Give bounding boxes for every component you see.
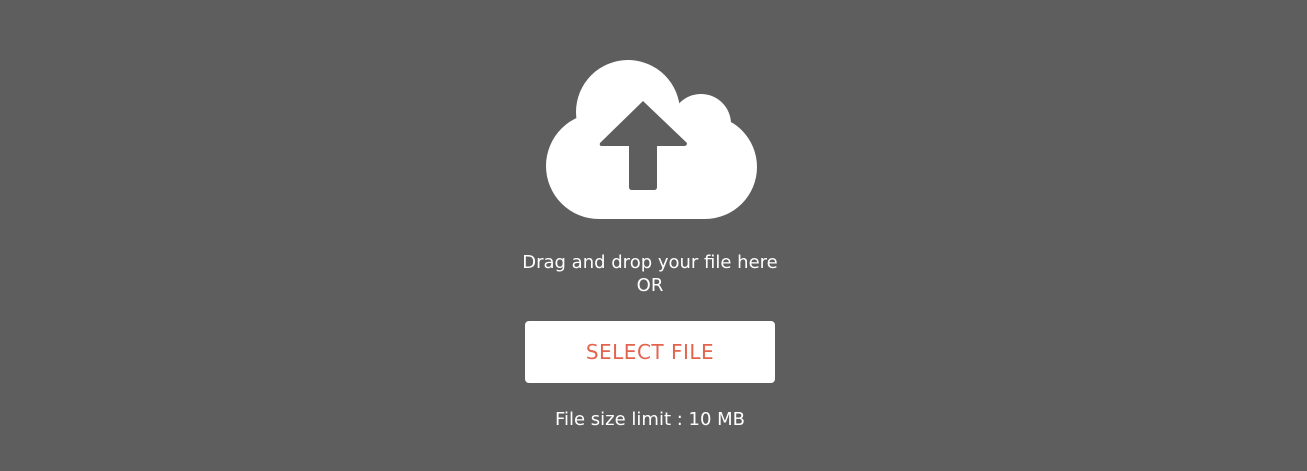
file-size-limit: File size limit : 10 MB [554, 409, 746, 430]
drag-drop-text: Drag and drop your file here [522, 252, 778, 273]
or-separator: OR [636, 275, 664, 296]
file-drop-zone[interactable]: Drag and drop your file here OR SELECT F… [0, 0, 1307, 471]
select-file-button[interactable]: SELECT FILE [525, 321, 775, 383]
cloud-upload-icon [546, 60, 757, 219]
